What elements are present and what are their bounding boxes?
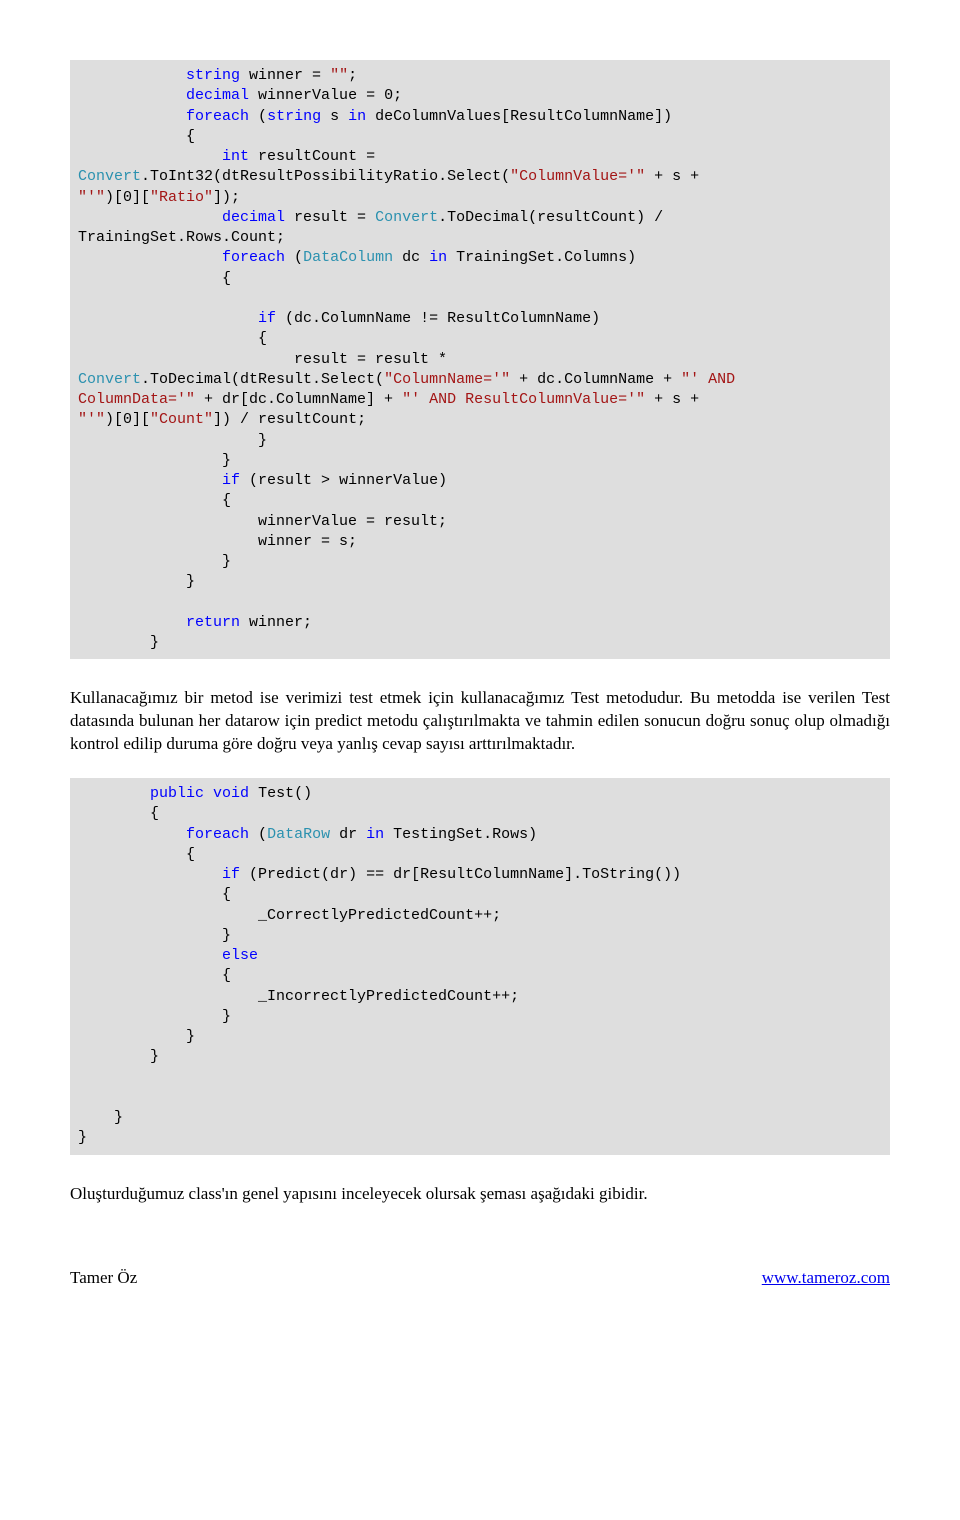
code-line: foreach (string s in deColumnValues[Resu… <box>78 108 672 125</box>
code-line: string winner = ""; <box>78 67 357 84</box>
code-line: } <box>78 432 267 449</box>
page-footer: Tamer Öz www.tameroz.com <box>0 1268 960 1318</box>
code-line: } <box>78 452 231 469</box>
code-line: foreach (DataColumn dc in TrainingSet.Co… <box>78 249 636 266</box>
code-line: if (result > winnerValue) <box>78 472 447 489</box>
code-line: } <box>78 1109 123 1126</box>
code-line: { <box>78 492 231 509</box>
code-line: int resultCount = <box>78 148 384 165</box>
code-line: result = result * <box>78 351 456 368</box>
code-line: _CorrectlyPredictedCount++; <box>78 907 501 924</box>
code-block-1: string winner = ""; decimal winnerValue … <box>70 60 890 659</box>
paragraph-1: Kullanacağımız bir metod ise verimizi te… <box>70 687 890 756</box>
code-line: _IncorrectlyPredictedCount++; <box>78 988 519 1005</box>
code-line: } <box>78 553 231 570</box>
code-line: decimal winnerValue = 0; <box>78 87 402 104</box>
code-line: "'")[0]["Count"]) / resultCount; <box>78 411 366 428</box>
code-line: } <box>78 1008 231 1025</box>
code-line: ColumnData='" + dr[dc.ColumnName] + "' A… <box>78 391 708 408</box>
footer-link[interactable]: www.tameroz.com <box>762 1268 890 1288</box>
code-block-2: public void Test() { foreach (DataRow dr… <box>70 778 890 1155</box>
code-line: { <box>78 128 195 145</box>
code-line: { <box>78 330 267 347</box>
code-line: } <box>78 1129 87 1146</box>
code-line: if (Predict(dr) == dr[ResultColumnName].… <box>78 866 681 883</box>
code-line: foreach (DataRow dr in TestingSet.Rows) <box>78 826 537 843</box>
code-line: } <box>78 1048 159 1065</box>
footer-author: Tamer Öz <box>70 1268 137 1288</box>
code-line: Convert.ToInt32(dtResultPossibilityRatio… <box>78 168 708 185</box>
code-line: if (dc.ColumnName != ResultColumnName) <box>78 310 600 327</box>
code-line: { <box>78 846 195 863</box>
paragraph-2: Oluşturduğumuz class'ın genel yapısını i… <box>70 1183 890 1206</box>
code-line: { <box>78 886 231 903</box>
code-line: winnerValue = result; <box>78 513 447 530</box>
code-line: } <box>78 927 231 944</box>
code-line: } <box>78 1028 195 1045</box>
code-line: TrainingSet.Rows.Count; <box>78 229 285 246</box>
code-line: decimal result = Convert.ToDecimal(resul… <box>78 209 672 226</box>
code-line: Convert.ToDecimal(dtResult.Select("Colum… <box>78 371 744 388</box>
code-line: } <box>78 573 195 590</box>
code-line: public void Test() <box>78 785 312 802</box>
code-line: "'")[0]["Ratio"]); <box>78 189 240 206</box>
code-line: winner = s; <box>78 533 357 550</box>
code-line: { <box>78 967 231 984</box>
code-line: { <box>78 270 231 287</box>
code-line: return winner; <box>78 614 312 631</box>
code-line: { <box>78 805 159 822</box>
code-line: else <box>78 947 258 964</box>
code-line: } <box>78 634 159 651</box>
